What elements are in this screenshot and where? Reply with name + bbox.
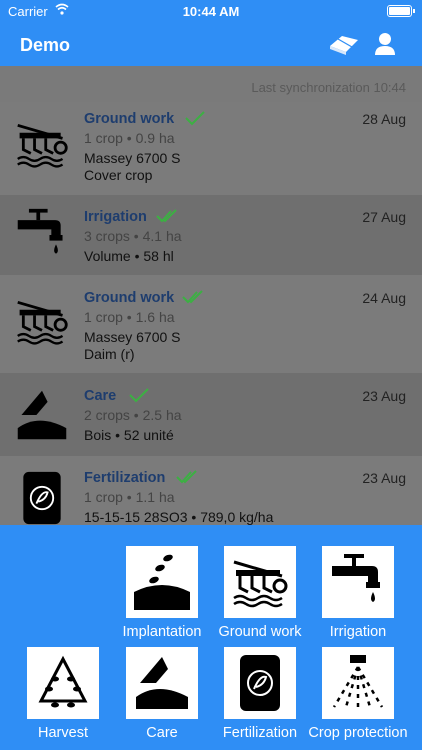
tile-label: Irrigation [329, 624, 387, 640]
activity-type: Ground work [84, 290, 175, 306]
check-icon [129, 388, 149, 403]
faucet-icon [17, 208, 63, 254]
activity-summary: 3 crops • 4.1 ha [84, 228, 182, 244]
activity-summary: 1 crop • 0.9 ha [84, 130, 175, 146]
tile-icon-box [322, 546, 394, 618]
nav-bar: Demo [0, 22, 422, 66]
battery-icon [387, 5, 415, 17]
activity-date: 27 Aug [362, 209, 406, 225]
wheat-icon [38, 655, 88, 708]
activity-date: 24 Aug [362, 290, 406, 306]
activity-date: 23 Aug [362, 470, 406, 486]
activity-type: Ground work [84, 111, 175, 127]
list-item[interactable]: Ground work 28 Aug 1 crop • 0.9 ha Masse… [0, 102, 422, 195]
map-icon[interactable] [328, 32, 360, 56]
status-time: 10:44 AM [182, 4, 240, 19]
tile-label: Crop protection [308, 725, 408, 741]
double-check-icon [182, 290, 203, 304]
list-item[interactable]: Ground work 24 Aug 1 crop • 1.6 ha Masse… [0, 275, 422, 373]
activity-summary: 2 crops • 2.5 ha [84, 407, 182, 423]
activity-summary: 1 crop • 1.6 ha [84, 309, 175, 325]
activity-type: Fertilization [84, 470, 166, 486]
activity-type-picker: Implantation Ground work Irrigation Harv… [0, 525, 422, 750]
page-title: Demo [20, 35, 71, 55]
activity-detail: Cover crop [84, 167, 153, 183]
plough-icon [233, 560, 288, 608]
sync-bar: Last synchronization 10:44 [0, 66, 422, 102]
sync-status: Last synchronization 10:44 [251, 80, 406, 95]
seeding-icon [134, 554, 190, 610]
activity-detail: Massey 6700 S [84, 150, 181, 166]
activity-type: Care [84, 388, 117, 404]
tile-icon-box [27, 647, 99, 719]
fertilizer-bag-icon [240, 655, 280, 711]
activity-detail: Massey 6700 S [84, 329, 181, 345]
activity-detail: Volume • 58 hl [84, 248, 174, 264]
activity-detail: 15-15-15 28SO3 • 789,0 kg/ha [84, 509, 274, 525]
activity-type: Irrigation [84, 209, 147, 225]
check-icon [185, 111, 205, 126]
user-icon[interactable] [374, 32, 396, 56]
fertilizer-bag-icon [23, 471, 61, 525]
activity-detail: Bois • 52 unité [84, 427, 174, 443]
tile-icon-box [322, 647, 394, 719]
tile-icon-box [224, 546, 296, 618]
list-item[interactable]: Care 23 Aug 2 crops • 2.5 ha Bois • 52 u… [0, 373, 422, 456]
faucet-icon [332, 554, 380, 602]
status-bar: Carrier 10:44 AM [0, 0, 422, 22]
activity-summary: 1 crop • 1.1 ha [84, 489, 175, 505]
activity-date: 23 Aug [362, 388, 406, 404]
care-icon [136, 657, 188, 709]
tile-icon-box [126, 647, 198, 719]
plough-icon [17, 300, 68, 345]
sprayer-icon [332, 655, 384, 708]
activity-detail: Daim (r) [84, 346, 135, 362]
list-item[interactable]: Irrigation 27 Aug 3 crops • 4.1 ha Volum… [0, 195, 422, 275]
tile-icon-box [126, 546, 198, 618]
double-check-icon [156, 209, 177, 223]
plough-icon [17, 123, 68, 168]
tile-icon-box [224, 647, 296, 719]
list-item[interactable]: Fertilization 23 Aug 1 crop • 1.1 ha 15-… [0, 456, 422, 525]
care-icon [17, 390, 67, 440]
activity-date: 28 Aug [362, 111, 406, 127]
double-check-icon [176, 470, 197, 484]
